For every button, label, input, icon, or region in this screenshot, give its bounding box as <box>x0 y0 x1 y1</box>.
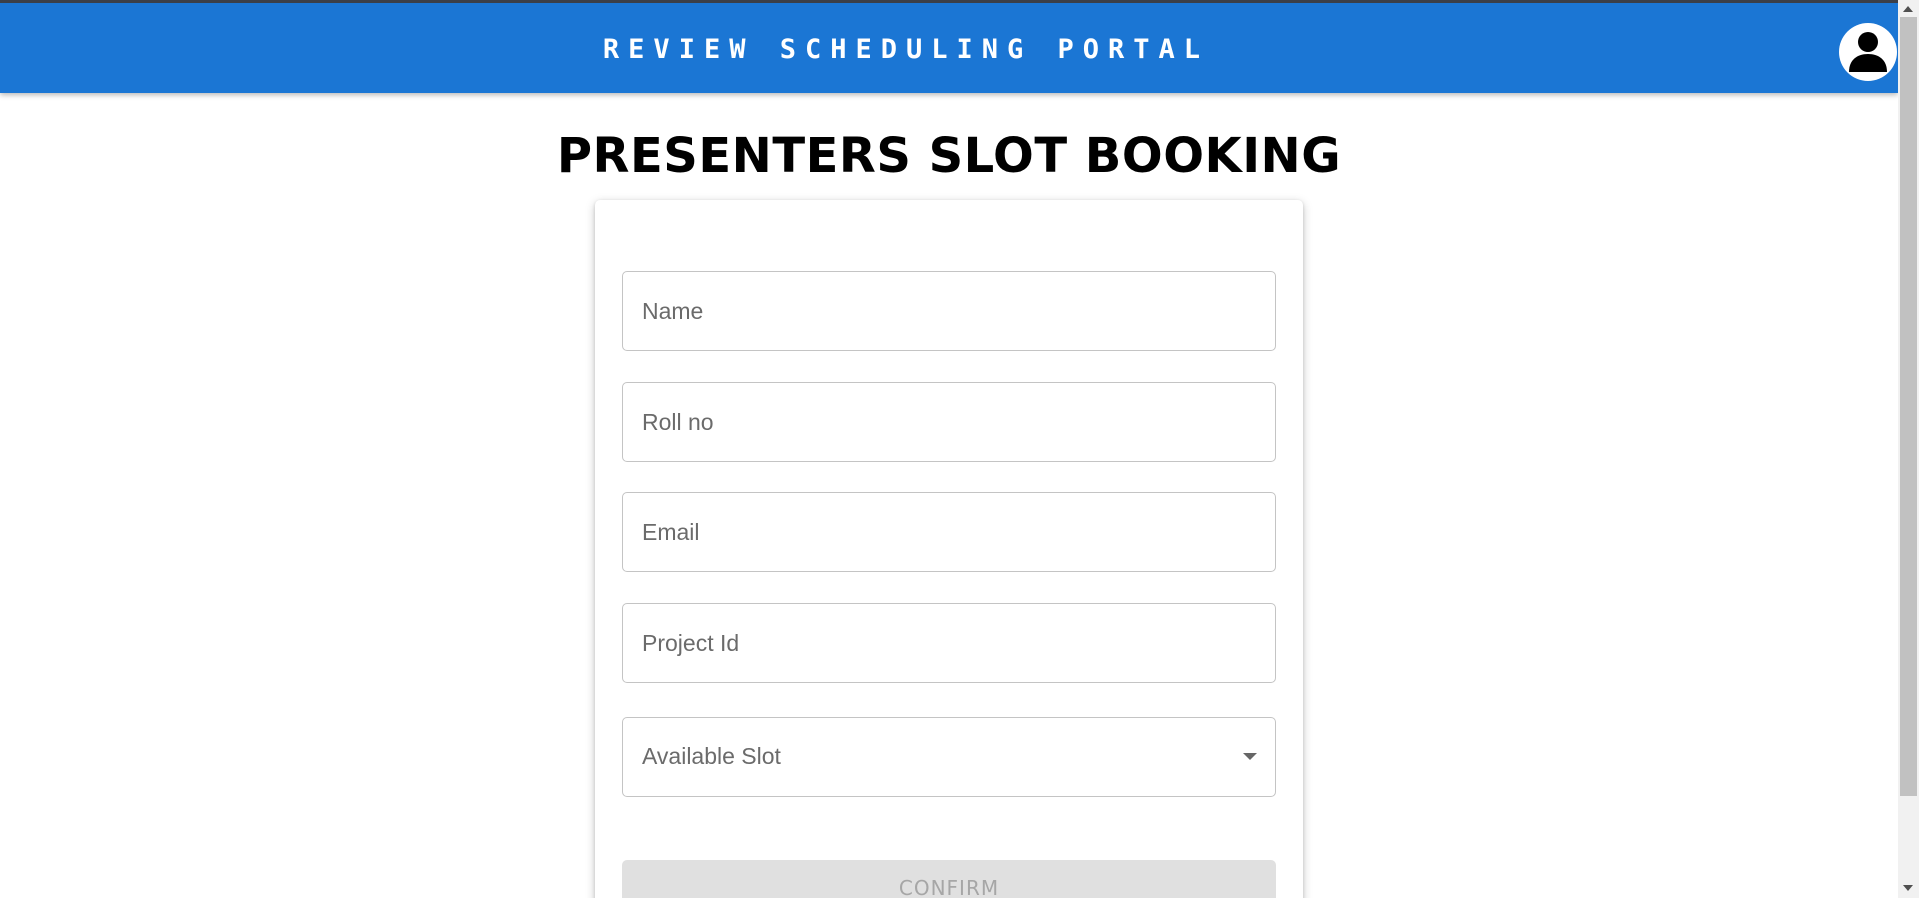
scroll-down-arrow-icon[interactable] <box>1903 885 1913 891</box>
projectid-field <box>622 603 1276 683</box>
arrow-drop-down-icon <box>1243 753 1257 760</box>
viewport: REVIEW SCHEDULING PORTAL PRESENTERS SLOT… <box>0 0 1898 898</box>
available-slot-label: Available Slot <box>642 743 781 769</box>
page-title: PRESENTERS SLOT BOOKING <box>556 128 1342 184</box>
email-field <box>622 492 1276 572</box>
scrollbar-thumb[interactable] <box>1900 17 1917 796</box>
account-circle-icon <box>1849 32 1887 72</box>
rollno-input[interactable] <box>623 383 1275 461</box>
name-field <box>622 271 1276 351</box>
booking-form-card: Available Slot CONFIRM <box>595 200 1303 898</box>
scroll-up-arrow-icon[interactable] <box>1903 6 1913 12</box>
app-bar: REVIEW SCHEDULING PORTAL <box>0 0 1898 93</box>
confirm-button[interactable]: CONFIRM <box>622 860 1276 898</box>
projectid-input[interactable] <box>623 604 1275 682</box>
account-avatar[interactable] <box>1839 23 1897 81</box>
vertical-scrollbar[interactable] <box>1898 0 1919 898</box>
app-title: REVIEW SCHEDULING PORTAL <box>602 34 1210 65</box>
name-input[interactable] <box>623 272 1275 350</box>
available-slot-select[interactable]: Available Slot <box>622 717 1276 797</box>
rollno-field <box>622 382 1276 462</box>
email-input[interactable] <box>623 493 1275 571</box>
